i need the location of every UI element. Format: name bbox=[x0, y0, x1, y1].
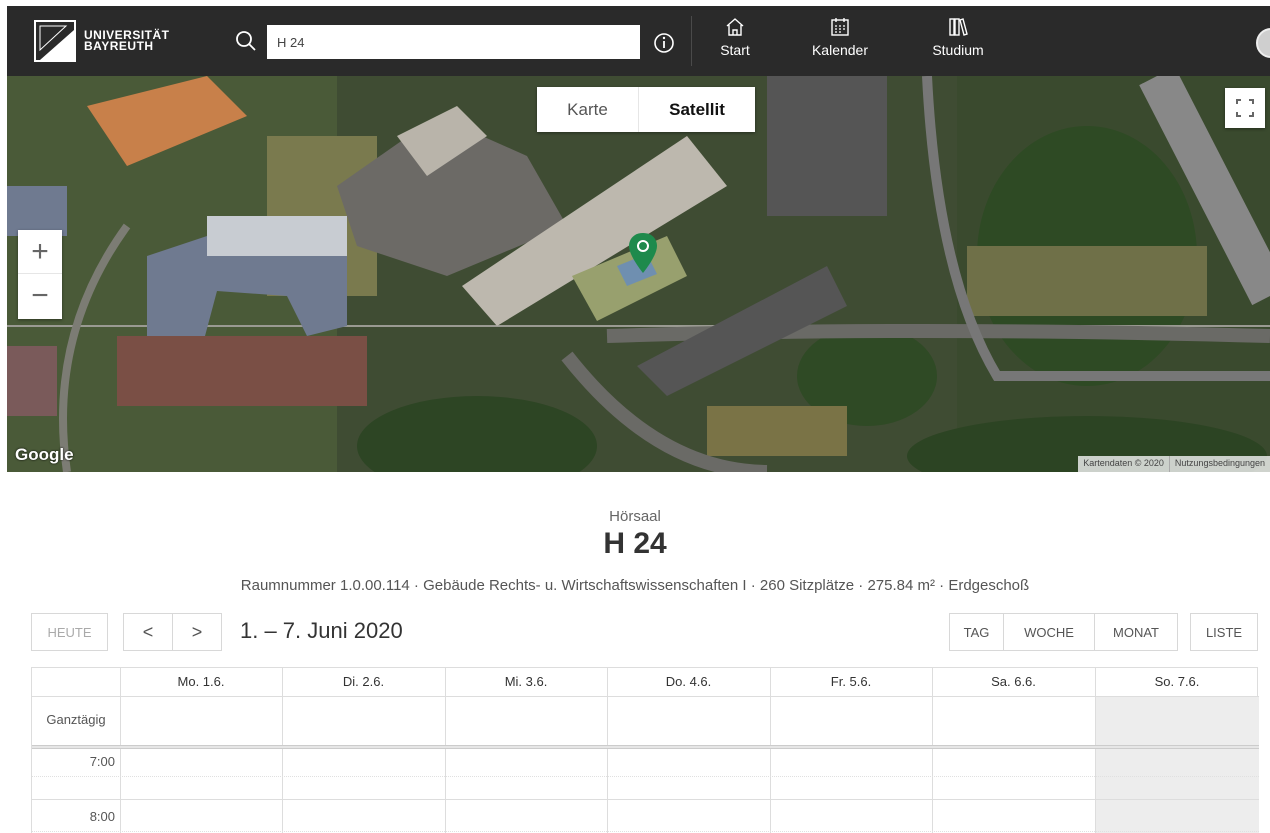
room-title: H 24 bbox=[603, 527, 667, 560]
nav-studium[interactable]: Studium bbox=[925, 16, 991, 58]
room-type: Hörsaal bbox=[609, 508, 661, 525]
prev-week-button[interactable]: < bbox=[123, 613, 173, 651]
day-header-sun: So. 7.6. bbox=[1154, 674, 1200, 689]
google-logo: Google bbox=[15, 445, 74, 464]
map-view[interactable]: Karte Satellit + − Google Kartendaten © … bbox=[7, 76, 1270, 472]
avatar[interactable] bbox=[1256, 28, 1270, 58]
terms-link[interactable]: Nutzungsbedingungen bbox=[1168, 456, 1270, 472]
day-header-fri: Fr. 5.6. bbox=[830, 674, 872, 689]
view-day-button[interactable]: TAG bbox=[949, 613, 1004, 651]
logo-text: UNIVERSITÄT BAYREUTH bbox=[84, 29, 170, 53]
time-label-8: 8:00 bbox=[89, 809, 115, 824]
top-bar-wrapper: UNIVERSITÄT BAYREUTH Start bbox=[0, 0, 1270, 76]
info-icon[interactable] bbox=[653, 32, 675, 54]
zoom-control: + − bbox=[18, 230, 62, 319]
map-attribution: Kartendaten © 2020 Nutzungsbedingungen bbox=[1078, 456, 1270, 472]
map-type-karte[interactable]: Karte bbox=[537, 87, 639, 132]
nav-start-label: Start bbox=[720, 42, 750, 58]
time-label-7: 7:00 bbox=[89, 754, 115, 769]
today-button[interactable]: HEUTE bbox=[31, 613, 108, 651]
next-week-button[interactable]: > bbox=[172, 613, 222, 651]
day-header-wed: Mi. 3.6. bbox=[504, 674, 548, 689]
nav-start[interactable]: Start bbox=[707, 16, 763, 58]
search-input[interactable] bbox=[267, 25, 640, 59]
fullscreen-button[interactable] bbox=[1225, 88, 1265, 128]
all-day-label: Ganztägig bbox=[46, 712, 106, 727]
half-hour-line bbox=[32, 831, 1259, 832]
header-row-divider bbox=[32, 696, 1259, 697]
header-divider bbox=[691, 16, 692, 66]
map-type-control: Karte Satellit bbox=[537, 87, 755, 132]
nav-kalender[interactable]: Kalender bbox=[803, 16, 877, 58]
fullscreen-icon bbox=[1236, 99, 1254, 117]
room-details: Raumnummer 1.0.00.114 · Gebäude Rechts- … bbox=[240, 577, 1030, 594]
hour-line bbox=[32, 799, 1259, 800]
logo-mark-icon bbox=[34, 20, 76, 62]
calendar-icon bbox=[831, 18, 849, 36]
week-calendar-grid: Mo. 1.6. Di. 2.6. Mi. 3.6. Do. 4.6. Fr. … bbox=[31, 667, 1259, 833]
day-header-mon: Mo. 1.6. bbox=[177, 674, 225, 689]
sunday-column-shade bbox=[1095, 697, 1259, 833]
map-type-satellit[interactable]: Satellit bbox=[639, 87, 755, 132]
search-icon[interactable] bbox=[235, 30, 257, 52]
app-header: UNIVERSITÄT BAYREUTH Start bbox=[7, 6, 1270, 76]
half-hour-line bbox=[32, 776, 1259, 777]
home-icon bbox=[726, 18, 744, 36]
view-month-button[interactable]: MONAT bbox=[1094, 613, 1178, 651]
logo-line-2: BAYREUTH bbox=[84, 39, 154, 53]
day-header-sat: Sa. 6.6. bbox=[991, 674, 1036, 689]
map-data-credit: Kartendaten © 2020 bbox=[1083, 458, 1164, 468]
day-header-thu: Do. 4.6. bbox=[665, 674, 712, 689]
university-logo[interactable]: UNIVERSITÄT BAYREUTH bbox=[34, 20, 170, 62]
books-icon bbox=[949, 18, 968, 36]
nav-studium-label: Studium bbox=[932, 42, 984, 58]
day-header-tue: Di. 2.6. bbox=[342, 674, 385, 689]
zoom-out-button[interactable]: − bbox=[18, 274, 62, 318]
list-view-button[interactable]: LISTE bbox=[1190, 613, 1258, 651]
all-day-divider bbox=[32, 745, 1259, 749]
view-week-button[interactable]: WOCHE bbox=[1003, 613, 1095, 651]
zoom-in-button[interactable]: + bbox=[18, 230, 62, 274]
date-range-title: 1. – 7. Juni 2020 bbox=[240, 618, 403, 643]
nav-kalender-label: Kalender bbox=[811, 42, 869, 58]
satellite-imagery bbox=[7, 76, 1270, 472]
